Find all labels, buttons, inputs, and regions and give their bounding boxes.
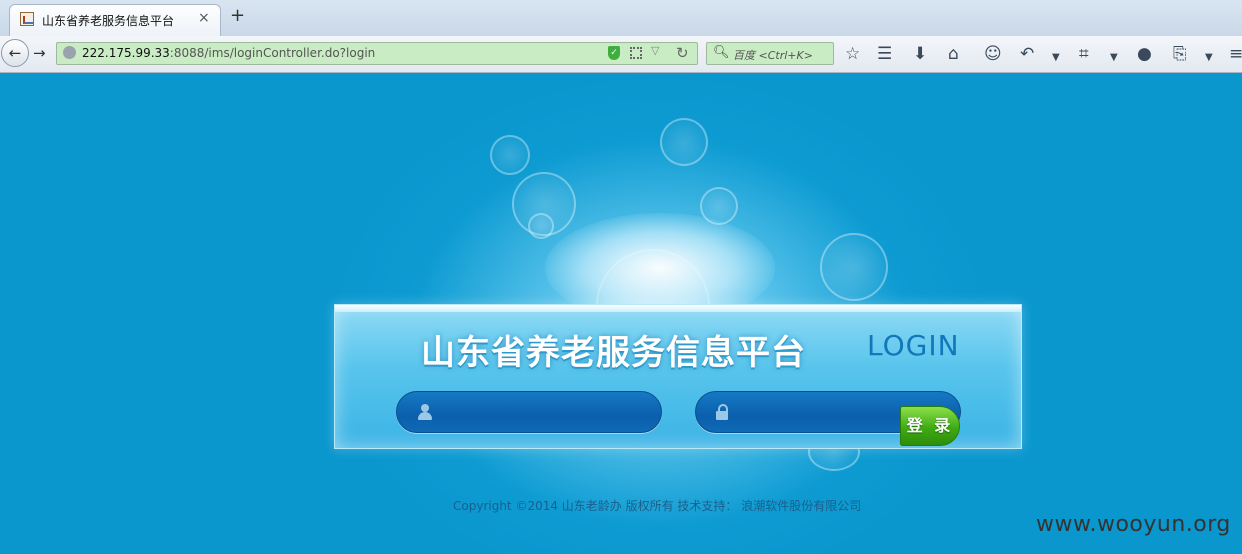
menu-icon[interactable]: ≡ xyxy=(1229,44,1242,64)
back-button[interactable]: ← xyxy=(1,39,29,67)
lock-icon xyxy=(716,404,728,420)
tab-title: 山东省养老服务信息平台 xyxy=(42,14,175,28)
forward-button[interactable]: → xyxy=(33,44,46,62)
chat-icon[interactable]: ● xyxy=(1137,44,1152,64)
address-bar[interactable]: 222.175.99.33:8088/ims/loginController.d… xyxy=(56,42,698,65)
login-panel: 山东省养老服务信息平台 LOGIN 登 录 xyxy=(334,304,1022,449)
watermark-text: www.wooyun.org xyxy=(1036,512,1231,537)
download-icon[interactable]: ⬇ xyxy=(913,44,927,64)
home-icon[interactable]: ⌂ xyxy=(948,44,959,64)
platform-title: 山东省养老服务信息平台 xyxy=(421,333,806,373)
qrcode-icon[interactable] xyxy=(630,47,642,59)
tab-close-icon[interactable]: × xyxy=(198,10,210,26)
shield-icon[interactable]: ✓ xyxy=(608,46,620,60)
address-url[interactable]: 222.175.99.33:8088/ims/loginController.d… xyxy=(82,46,375,60)
bubble-decoration xyxy=(528,213,554,239)
bubble-decoration xyxy=(490,135,530,175)
globe-icon xyxy=(63,46,76,59)
search-icon: 🔍︎ xyxy=(713,45,730,60)
crop-dropdown-icon[interactable]: ▼ xyxy=(1110,48,1118,68)
login-label: LOGIN xyxy=(867,329,960,362)
reading-list-icon[interactable]: ☰ xyxy=(877,44,892,64)
login-button[interactable]: 登 录 xyxy=(900,406,960,446)
browser-tab[interactable]: 山东省养老服务信息平台 × xyxy=(9,4,221,36)
navigation-toolbar: ← → 222.175.99.33:8088/ims/loginControll… xyxy=(0,36,1242,73)
bubble-decoration xyxy=(660,118,708,166)
username-field[interactable] xyxy=(396,391,662,433)
back-arrow-icon: ← xyxy=(8,44,22,62)
reload-icon[interactable]: ↻ xyxy=(676,44,689,62)
favicon-icon xyxy=(20,12,34,26)
copyright-text: Copyright ©2014 山东老龄办 版权所有 技术支持： 浪潮软件股份有… xyxy=(453,499,862,513)
history-dropdown-icon[interactable]: ▽ xyxy=(651,44,659,57)
browser-tab-bar: 山东省养老服务信息平台 × + xyxy=(0,0,1242,36)
undo-dropdown-icon[interactable]: ▼ xyxy=(1052,48,1060,68)
user-icon xyxy=(417,404,433,420)
search-box[interactable]: 🔍︎ 百度 <Ctrl+K> xyxy=(706,42,834,65)
undo-icon[interactable]: ↶ xyxy=(1020,44,1034,64)
page-dropdown-icon[interactable]: ▼ xyxy=(1205,48,1213,68)
username-input[interactable] xyxy=(437,400,631,426)
bookmark-star-icon[interactable]: ☆ xyxy=(845,44,860,64)
new-tab-button[interactable]: + xyxy=(230,7,245,25)
login-page: 山东省养老服务信息平台 LOGIN 登 录 Copyright ©2014 山东… xyxy=(0,73,1242,554)
smiley-icon[interactable]: ☺ xyxy=(984,44,1002,64)
search-placeholder: 百度 <Ctrl+K> xyxy=(733,49,813,62)
bubble-decoration xyxy=(820,233,888,301)
page-icon[interactable]: ⎘ xyxy=(1173,44,1187,64)
crop-icon[interactable]: ⌗ xyxy=(1079,44,1089,64)
